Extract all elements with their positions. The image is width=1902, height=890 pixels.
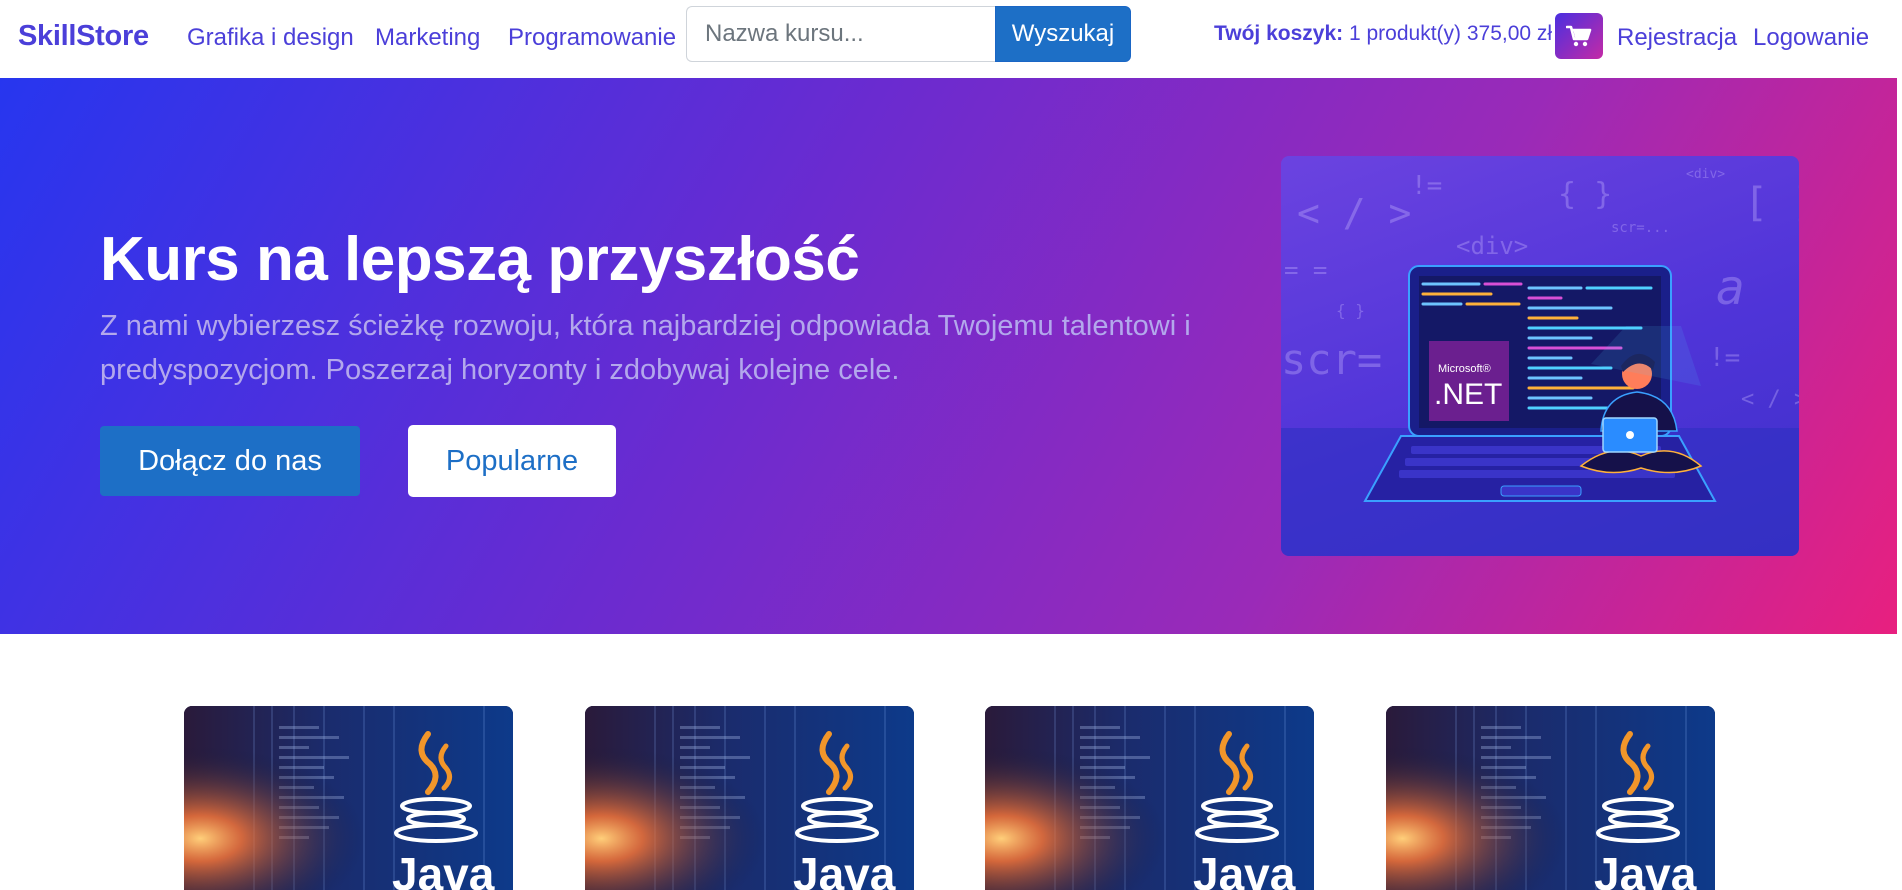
code-token: != bbox=[1411, 171, 1442, 201]
login-link[interactable]: Logowanie bbox=[1753, 24, 1869, 52]
join-us-button[interactable]: Dołącz do nas bbox=[100, 426, 360, 496]
code-token: scr=... bbox=[1611, 220, 1670, 236]
code-token: { } bbox=[1336, 301, 1365, 320]
dotnet-logo-small: Microsoft® bbox=[1438, 363, 1491, 375]
java-course-image: Java bbox=[1386, 706, 1715, 890]
nav-link-grafika[interactable]: Grafika i design bbox=[187, 24, 354, 52]
java-course-image: Java bbox=[985, 706, 1314, 890]
search-form: Wyszukaj bbox=[686, 6, 1131, 62]
code-token: <div> bbox=[1456, 232, 1528, 260]
code-token: <div> bbox=[1686, 167, 1725, 182]
shopping-cart-icon bbox=[1566, 25, 1592, 47]
java-logo-text: Java bbox=[1193, 848, 1296, 890]
hero-title: Kurs na lepszą przyszłość bbox=[100, 225, 860, 294]
hero-illustration: != { } <div> [ ] < / > scr=... <div> = =… bbox=[1281, 156, 1799, 556]
register-link[interactable]: Rejestracja bbox=[1617, 24, 1737, 52]
java-logo-text: Java bbox=[793, 848, 896, 890]
code-token: { } bbox=[1558, 177, 1612, 212]
java-course-image: Java bbox=[585, 706, 914, 890]
java-logo-text: Java bbox=[1594, 848, 1697, 890]
java-course-image: Java bbox=[184, 706, 513, 890]
popular-button[interactable]: Popularne bbox=[408, 425, 616, 497]
code-token: [ ] bbox=[1744, 180, 1799, 226]
dotnet-logo-text: .NET bbox=[1434, 378, 1502, 411]
cart-button[interactable] bbox=[1555, 13, 1603, 59]
code-token: = = bbox=[1284, 256, 1327, 284]
cart-label: Twój koszyk: bbox=[1214, 22, 1344, 45]
code-token: scr= bbox=[1281, 335, 1382, 384]
top-navbar: SkillStore Grafika i design Marketing Pr… bbox=[0, 0, 1902, 78]
code-token: a bbox=[1716, 260, 1745, 316]
nav-link-marketing[interactable]: Marketing bbox=[375, 24, 480, 52]
brand-logo[interactable]: SkillStore bbox=[18, 20, 149, 53]
course-card[interactable]: Java bbox=[1386, 706, 1715, 890]
cart-summary: Twój koszyk: 1 produkt(y) 375,00 zł bbox=[1214, 22, 1552, 46]
code-token: != bbox=[1709, 343, 1740, 373]
developer-laptop-illustration: != { } <div> [ ] < / > scr=... <div> = =… bbox=[1281, 167, 1799, 556]
hero-banner: Kurs na lepszą przyszłość Z nami wybierz… bbox=[0, 78, 1897, 634]
code-token: < / > bbox=[1297, 191, 1411, 235]
course-card[interactable]: Java bbox=[184, 706, 513, 890]
code-token: < / > bbox=[1741, 387, 1799, 412]
nav-link-programowanie[interactable]: Programowanie bbox=[508, 24, 676, 52]
cart-count-total: 1 produkt(y) 375,00 zł bbox=[1348, 22, 1553, 45]
course-card[interactable]: Java bbox=[985, 706, 1314, 890]
course-card[interactable]: Java bbox=[585, 706, 914, 890]
java-logo-text: Java bbox=[392, 848, 495, 890]
hero-subtitle: Z nami wybierzesz ścieżkę rozwoju, która… bbox=[100, 310, 1191, 386]
search-button[interactable]: Wyszukaj bbox=[995, 6, 1131, 62]
search-input[interactable] bbox=[686, 6, 995, 62]
